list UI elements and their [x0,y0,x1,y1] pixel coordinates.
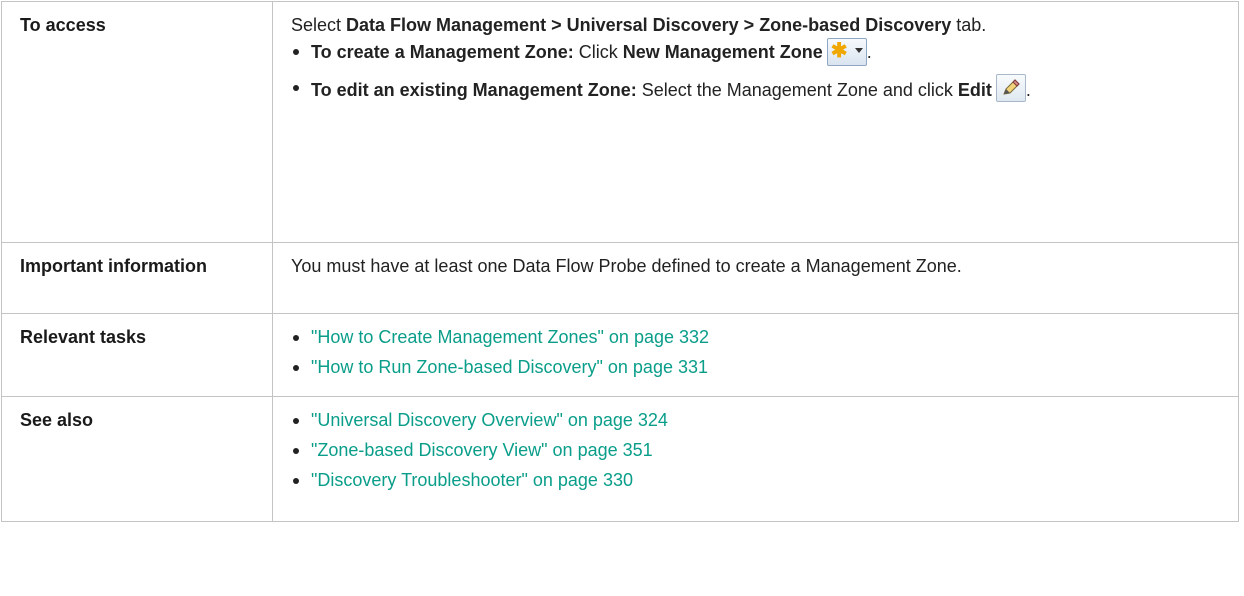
item-lead: To create a Management Zone: [311,42,574,62]
link-zone-based-discovery-view[interactable]: "Zone-based Discovery View" on page 351 [311,440,653,460]
list-item: To create a Management Zone: Click New M… [291,38,1220,66]
item-tail: . [866,42,872,62]
row-content: You must have at least one Data Flow Pro… [272,242,1239,314]
info-table: To access Select Data Flow Management > … [1,1,1239,522]
row-label: Important information [1,242,273,314]
list-item: "Zone-based Discovery View" on page 351 [291,437,1220,463]
list-item: "Universal Discovery Overview" on page 3… [291,407,1220,433]
see-also-links: "Universal Discovery Overview" on page 3… [291,407,1220,493]
access-list: To create a Management Zone: Click New M… [291,38,1220,104]
link-universal-discovery-overview[interactable]: "Universal Discovery Overview" on page 3… [311,410,668,430]
item-text: Select the Management Zone and click [636,80,958,100]
list-item: "Discovery Troubleshooter" on page 330 [291,467,1220,493]
edit-pencil-icon [995,74,1026,102]
row-label: Relevant tasks [1,313,273,397]
item-lead: To edit an existing Management Zone: [311,80,637,100]
row-content: "How to Create Management Zones" on page… [272,313,1239,397]
row-important-information: Important information You must have at l… [1,242,1239,314]
task-links: "How to Create Management Zones" on page… [291,324,1220,380]
menu-path: Data Flow Management > Universal Discove… [346,15,952,35]
row-label: See also [1,396,273,522]
link-discovery-troubleshooter[interactable]: "Discovery Troubleshooter" on page 330 [311,470,633,490]
row-relevant-tasks: Relevant tasks "How to Create Management… [1,313,1239,397]
new-zone-icon: ✱ [826,38,867,66]
list-item: To edit an existing Management Zone: Sel… [291,74,1220,104]
list-item: "How to Create Management Zones" on page… [291,324,1220,350]
access-intro: Select Data Flow Management > Universal … [291,12,1220,38]
item-text: Click [573,42,623,62]
item-tail: . [1025,80,1031,100]
link-run-zone-based-discovery[interactable]: "How to Run Zone-based Discovery" on pag… [311,357,708,377]
item-action: New Management Zone [622,42,823,62]
intro-text: Select [291,15,347,35]
list-item: "How to Run Zone-based Discovery" on pag… [291,354,1220,380]
item-action: Edit [957,80,992,100]
row-to-access: To access Select Data Flow Management > … [1,1,1239,243]
intro-tail: tab. [951,15,987,35]
row-label: To access [1,1,273,243]
row-content: "Universal Discovery Overview" on page 3… [272,396,1239,522]
link-create-management-zones[interactable]: "How to Create Management Zones" on page… [311,327,709,347]
row-see-also: See also "Universal Discovery Overview" … [1,396,1239,522]
row-content: Select Data Flow Management > Universal … [272,1,1239,243]
